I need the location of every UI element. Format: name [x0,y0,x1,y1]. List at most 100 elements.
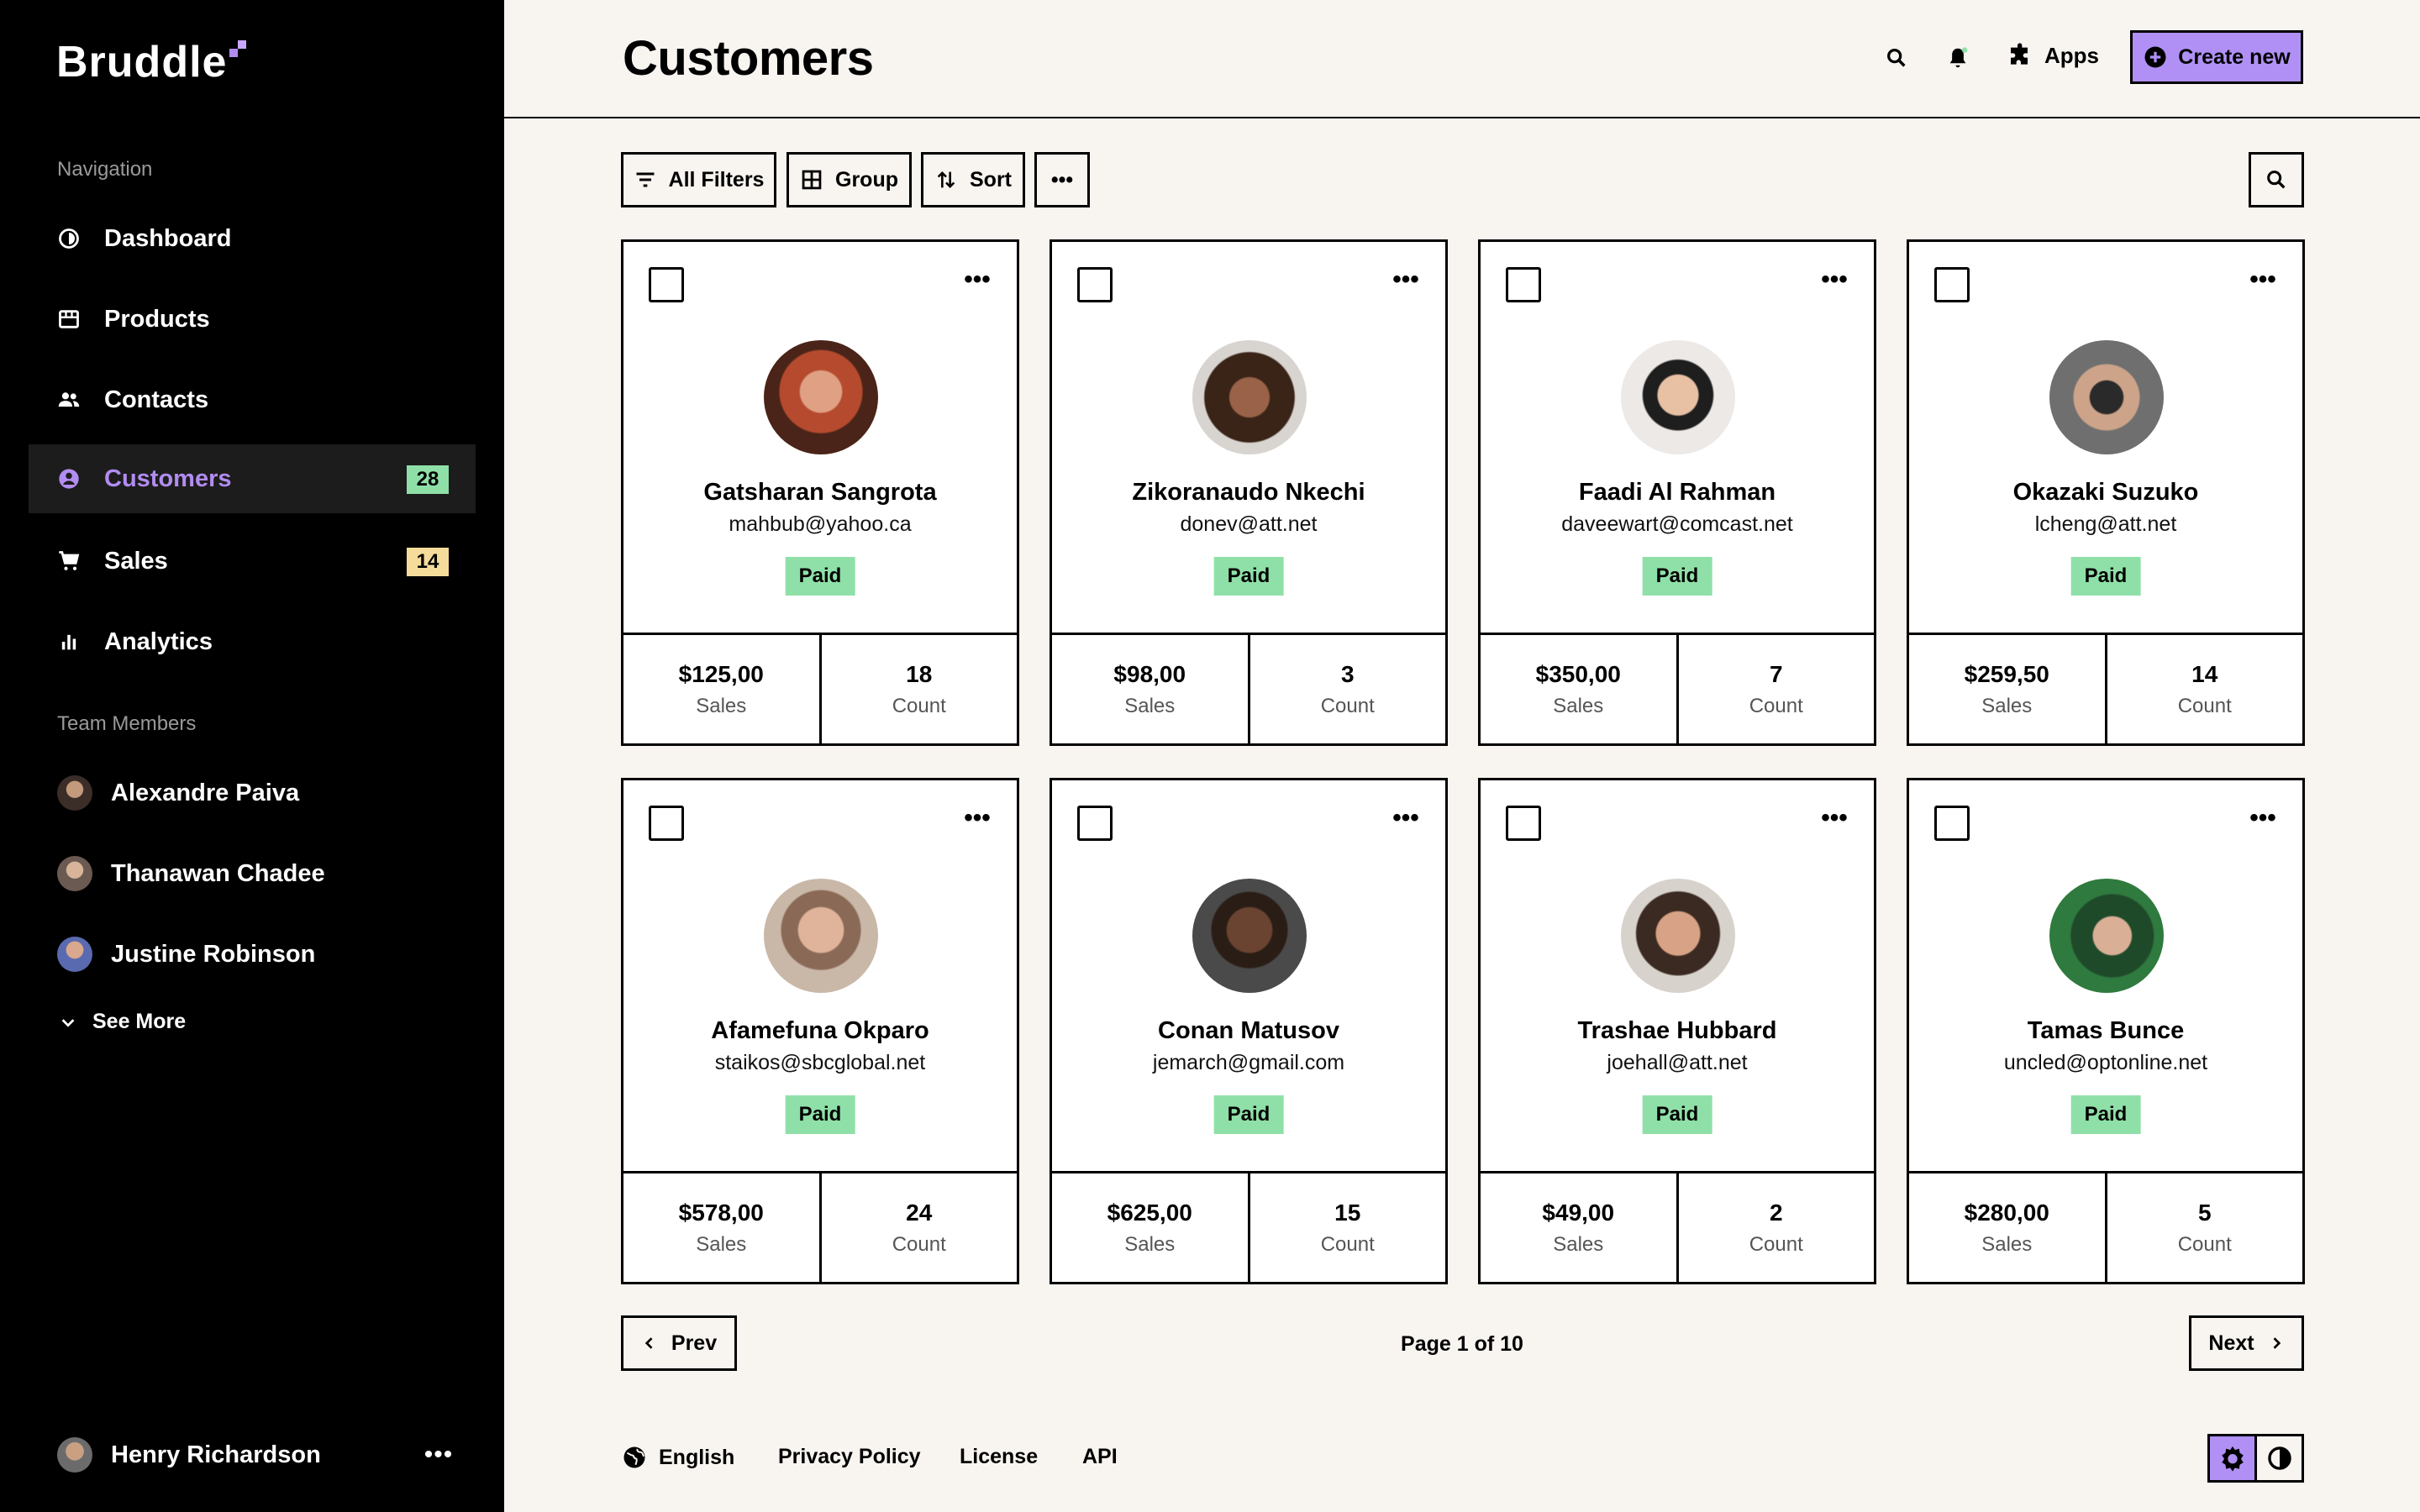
customer-card[interactable]: ••• Trashae Hubbard joehall@att.net Paid… [1478,778,1876,1284]
select-checkbox[interactable] [1934,806,1970,841]
avatar [1192,340,1307,454]
sales-label: Sales [1981,694,2033,717]
next-page-button[interactable]: Next [2189,1315,2304,1371]
avatar [57,937,92,972]
create-new-button[interactable]: Create new [2130,30,2303,84]
customer-name: Okazaki Suzuko [2012,479,2199,506]
half-moon-icon [2267,1446,2291,1470]
avatar [57,775,92,811]
avatar [1192,879,1307,993]
customer-stats: $625,00 Sales 15 Count [1052,1171,1445,1282]
count-value: 24 [906,1199,933,1226]
count-value: 7 [1769,660,1783,687]
customer-stats: $125,00 Sales 18 Count [623,633,1017,743]
count-value: 15 [1334,1199,1361,1226]
status-badge: Paid [2070,1095,2141,1134]
license-link[interactable]: License [960,1445,1038,1469]
card-more-button[interactable]: ••• [1385,806,1427,831]
sort-button[interactable]: Sort [921,152,1025,207]
select-checkbox[interactable] [1506,806,1541,841]
notifications-button[interactable] [1944,44,1972,72]
select-checkbox[interactable] [649,267,684,302]
select-checkbox[interactable] [649,806,684,841]
app-logo[interactable]: Bruddle [56,37,227,87]
sort-label: Sort [970,167,1012,192]
search-icon [1887,49,1906,67]
sales-label: Sales [1124,694,1176,717]
team-member[interactable]: Thanawan Chadee [57,856,325,891]
dashboard-icon [59,228,79,249]
customer-card[interactable]: ••• Faadi Al Rahman daveewart@comcast.ne… [1478,239,1876,746]
status-badge: Paid [1213,1095,1284,1134]
avatar [1621,340,1735,454]
create-new-label: Create new [2178,45,2291,69]
card-more-button[interactable]: ••• [2242,806,2284,831]
team-member[interactable]: Alexandre Paiva [57,775,299,811]
theme-toggle[interactable] [2207,1434,2304,1483]
customer-name: Tamas Bunce [2027,1017,2185,1044]
avatar [764,340,878,454]
customer-stats: $350,00 Sales 7 Count [1481,633,1874,743]
customer-card[interactable]: ••• Tamas Bunce uncled@optonline.net Pai… [1907,778,2305,1284]
customer-stats: $49,00 Sales 2 Count [1481,1171,1874,1282]
team-section-title: Team Members [57,712,197,735]
card-more-button[interactable]: ••• [956,806,998,831]
sidebar-item-analytics[interactable]: Analytics [29,607,476,676]
avatar [57,856,92,891]
current-user[interactable]: Henry Richardson [57,1437,321,1473]
apps-button[interactable]: Apps [2007,42,2099,69]
customer-email: jemarch@gmail.com [1152,1051,1345,1074]
team-member-name: Justine Robinson [111,940,316,968]
group-button[interactable]: Group [786,152,912,207]
puzzle-icon [2011,43,2028,65]
see-more-label: See More [92,1010,187,1033]
count-value: 3 [1340,660,1355,687]
customer-card[interactable]: ••• Gatsharan Sangrota mahbub@yahoo.ca P… [621,239,1019,746]
sidebar-item-contacts[interactable]: Contacts [29,365,476,434]
navigation-section-title: Navigation [57,158,153,181]
sidebar-item-products[interactable]: Products [29,285,476,354]
sidebar-item-dashboard[interactable]: Dashboard [29,204,476,273]
sidebar-item-sales[interactable]: Sales 14 [29,527,476,596]
sidebar-item-customers[interactable]: Customers 28 [29,444,476,513]
card-more-button[interactable]: ••• [2242,267,2284,292]
chevron-left-icon [644,1337,653,1349]
team-member-name: Thanawan Chadee [111,859,325,887]
page-title: Customers [623,31,874,86]
search-button[interactable] [1882,44,1911,72]
globe-icon [623,1446,645,1468]
team-member-name: Alexandre Paiva [111,779,300,806]
user-more-button[interactable]: ••• [424,1440,454,1470]
add-circle-icon [2144,46,2166,68]
count-label: Count [892,694,946,717]
prev-page-button[interactable]: Prev [621,1315,737,1371]
customer-stats: $280,00 Sales 5 Count [1909,1171,2302,1282]
select-checkbox[interactable] [1077,267,1113,302]
status-badge: Paid [1213,557,1284,596]
count-label: Count [1749,1232,1803,1256]
toolbar-more-button[interactable]: ••• [1034,152,1090,207]
light-theme-option[interactable] [2210,1436,2257,1480]
card-more-button[interactable]: ••• [1813,267,1855,292]
sales-value: $280,00 [1964,1199,2049,1226]
see-more-button[interactable]: See More [59,1010,186,1034]
prev-label: Prev [671,1331,718,1355]
card-more-button[interactable]: ••• [1385,267,1427,292]
language-selector[interactable]: English [622,1445,734,1470]
card-more-button[interactable]: ••• [956,267,998,292]
customer-card[interactable]: ••• Afamefuna Okparo staikos@sbcglobal.n… [621,778,1019,1284]
team-member[interactable]: Justine Robinson [57,937,315,972]
all-filters-button[interactable]: All Filters [621,152,776,207]
customer-card[interactable]: ••• Zikoranaudo Nkechi donev@att.net Pai… [1050,239,1448,746]
grid-search-button[interactable] [2249,152,2304,207]
avatar [57,1437,92,1473]
privacy-policy-link[interactable]: Privacy Policy [778,1445,921,1469]
api-link[interactable]: API [1082,1445,1118,1469]
card-more-button[interactable]: ••• [1813,806,1855,831]
select-checkbox[interactable] [1506,267,1541,302]
customer-card[interactable]: ••• Okazaki Suzuko lcheng@att.net Paid $… [1907,239,2305,746]
dark-theme-option[interactable] [2257,1436,2302,1480]
customer-card[interactable]: ••• Conan Matusov jemarch@gmail.com Paid… [1050,778,1448,1284]
select-checkbox[interactable] [1077,806,1113,841]
select-checkbox[interactable] [1934,267,1970,302]
